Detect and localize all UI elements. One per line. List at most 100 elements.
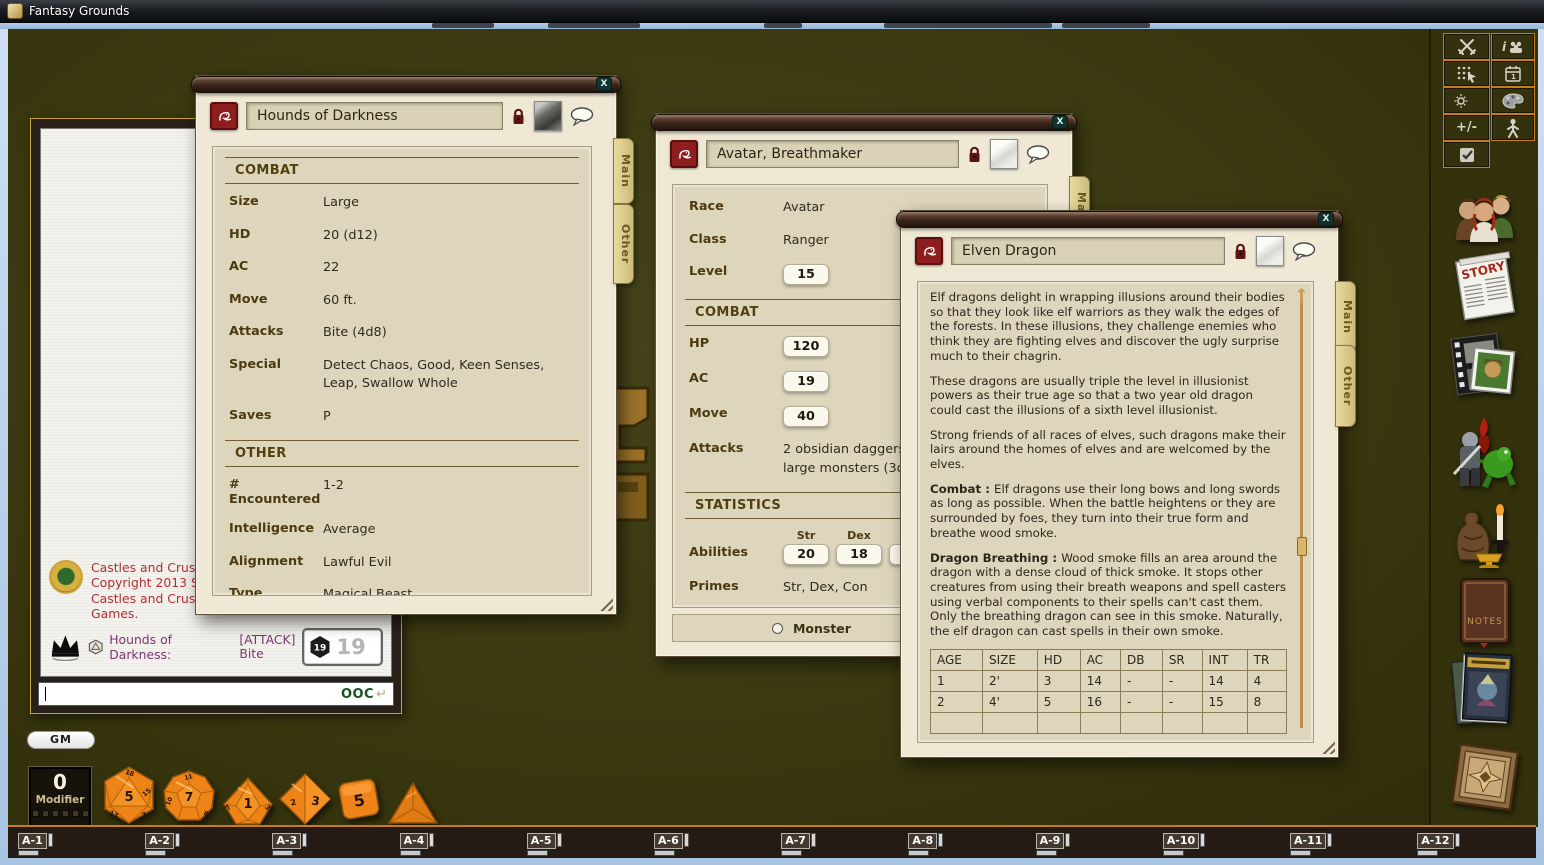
- field-value[interactable]: Average: [323, 521, 579, 540]
- table-cell[interactable]: 5: [1037, 692, 1080, 713]
- table-cell[interactable]: [1080, 713, 1120, 734]
- window-drag-bar[interactable]: [651, 114, 1077, 131]
- field-value[interactable]: Large: [323, 194, 579, 213]
- sheet-name-field[interactable]: Hounds of Darkness: [246, 102, 503, 130]
- table-cell[interactable]: -: [1162, 671, 1202, 692]
- hotkey-tab-a-2[interactable]: A-2: [145, 829, 180, 856]
- field-value[interactable]: P: [323, 408, 579, 427]
- lock-icon[interactable]: [1233, 242, 1248, 261]
- resize-grip[interactable]: [596, 594, 613, 611]
- field-value[interactable]: 40: [783, 406, 829, 427]
- table-cell[interactable]: 14: [1202, 671, 1247, 692]
- table-cell[interactable]: [1247, 713, 1286, 734]
- hotkey-tab-a-11[interactable]: A-11: [1290, 829, 1332, 856]
- sidebar-item-images[interactable]: [1448, 328, 1518, 406]
- table-cell[interactable]: [1037, 713, 1080, 734]
- hotkey-tab-a-9[interactable]: A-9: [1036, 829, 1071, 856]
- hotkey-tab-a-6[interactable]: A-6: [654, 829, 689, 856]
- day-night-icon[interactable]: [1443, 87, 1490, 114]
- table-cell[interactable]: 14: [1080, 671, 1120, 692]
- lock-icon[interactable]: [967, 145, 982, 164]
- hotkey-tab-a-8[interactable]: A-8: [908, 829, 943, 856]
- tab-main[interactable]: Main: [613, 138, 634, 204]
- palette-icon[interactable]: [1491, 87, 1535, 114]
- table-cell[interactable]: [1162, 713, 1202, 734]
- table-cell[interactable]: 8: [1247, 692, 1286, 713]
- table-cell[interactable]: 16: [1080, 692, 1120, 713]
- sidebar-item-notes[interactable]: NOTES: [1456, 576, 1514, 652]
- table-cell[interactable]: -: [1162, 692, 1202, 713]
- table-cell[interactable]: 4': [982, 692, 1037, 713]
- tab-main[interactable]: Main: [1335, 281, 1356, 353]
- speech-bubble-icon[interactable]: [1026, 145, 1050, 164]
- window-titlebar[interactable]: Fantasy Grounds: [0, 0, 1544, 23]
- calendar-icon[interactable]: 1: [1491, 60, 1535, 87]
- d6-die[interactable]: 5: [336, 776, 382, 826]
- table-cell[interactable]: [1121, 713, 1163, 734]
- table-cell[interactable]: [1202, 713, 1247, 734]
- field-value[interactable]: 19: [783, 371, 829, 392]
- field-value[interactable]: 60 ft.: [323, 292, 579, 311]
- table-cell[interactable]: 2': [982, 671, 1037, 692]
- story-name-field[interactable]: Elven Dragon: [951, 237, 1225, 265]
- grid-select-icon[interactable]: [1443, 60, 1490, 87]
- modifier-box[interactable]: 0 Modifier: [28, 766, 92, 828]
- dragon-link-icon[interactable]: [670, 140, 698, 168]
- d8-die[interactable]: 3 2: [278, 772, 332, 830]
- d12-die[interactable]: 7 11 10 8: [162, 770, 216, 828]
- close-icon[interactable]: X: [1052, 115, 1068, 129]
- scrollbar-decorative[interactable]: [1300, 294, 1303, 728]
- table-cell[interactable]: [982, 713, 1037, 734]
- ability-score[interactable]: 18: [836, 544, 882, 565]
- close-icon[interactable]: X: [596, 77, 612, 91]
- lock-icon[interactable]: [511, 107, 526, 126]
- field-value[interactable]: Bite (4d8): [323, 324, 579, 343]
- tab-other[interactable]: Other: [1335, 345, 1356, 427]
- dragon-link-icon[interactable]: [210, 102, 238, 130]
- hotkey-tab-a-3[interactable]: A-3: [272, 829, 307, 856]
- field-value[interactable]: 15: [783, 264, 829, 285]
- sidebar-item-library[interactable]: [1450, 650, 1516, 736]
- table-cell[interactable]: 1: [931, 671, 983, 692]
- sidebar-item-items[interactable]: [1450, 496, 1518, 572]
- table-cell[interactable]: -: [1121, 671, 1163, 692]
- plus-minus-icon[interactable]: +/-: [1443, 114, 1490, 141]
- chat-input[interactable]: OOC ↵: [38, 682, 394, 706]
- hotkey-tab-a-10[interactable]: A-10: [1163, 829, 1205, 856]
- dragon-link-icon[interactable]: [915, 237, 943, 265]
- d4-die[interactable]: [386, 780, 440, 830]
- scrollbar-handle[interactable]: [1297, 537, 1307, 556]
- d10-die[interactable]: 1 7 3: [220, 776, 276, 830]
- sidebar-item-tokens[interactable]: [1450, 740, 1520, 820]
- identities-icon[interactable]: i: [1491, 33, 1535, 60]
- hotkey-tab-a-1[interactable]: A-1: [18, 829, 53, 856]
- token-image-thumbnail[interactable]: [1256, 236, 1284, 266]
- table-cell[interactable]: 3: [1037, 671, 1080, 692]
- window-drag-bar[interactable]: [191, 76, 621, 93]
- field-value[interactable]: Lawful Evil: [323, 554, 579, 573]
- field-value[interactable]: 22: [323, 259, 579, 278]
- ability-score[interactable]: 20: [783, 544, 829, 565]
- table-cell[interactable]: 2: [931, 692, 983, 713]
- options-check-icon[interactable]: [1443, 141, 1490, 168]
- token-image-thumbnail[interactable]: [990, 139, 1018, 169]
- tab-other[interactable]: Other: [613, 204, 634, 284]
- hotkey-tab-a-4[interactable]: A-4: [400, 829, 435, 856]
- field-value[interactable]: Detect Chaos, Good, Keen Senses, Leap, S…: [323, 357, 579, 394]
- resize-grip[interactable]: [1318, 737, 1335, 754]
- field-value[interactable]: Magical Beast: [323, 586, 579, 596]
- story-text[interactable]: Elf dragons delight in wrapping illusion…: [930, 290, 1287, 646]
- token-image-thumbnail[interactable]: [534, 101, 562, 131]
- table-cell[interactable]: [931, 713, 983, 734]
- hotkey-tab-a-5[interactable]: A-5: [527, 829, 562, 856]
- chat-mode-ooc[interactable]: OOC: [341, 687, 374, 702]
- sidebar-item-story[interactable]: STORY: [1452, 250, 1518, 328]
- table-cell[interactable]: 15: [1202, 692, 1247, 713]
- hotkey-tab-a-7[interactable]: A-7: [781, 829, 816, 856]
- window-drag-bar[interactable]: [896, 211, 1343, 228]
- field-value[interactable]: 120: [783, 336, 829, 357]
- table-cell[interactable]: -: [1121, 692, 1163, 713]
- close-icon[interactable]: X: [1318, 212, 1334, 226]
- field-value[interactable]: 1-2: [323, 477, 579, 496]
- sheet-name-field[interactable]: Avatar, Breathmaker: [706, 140, 959, 168]
